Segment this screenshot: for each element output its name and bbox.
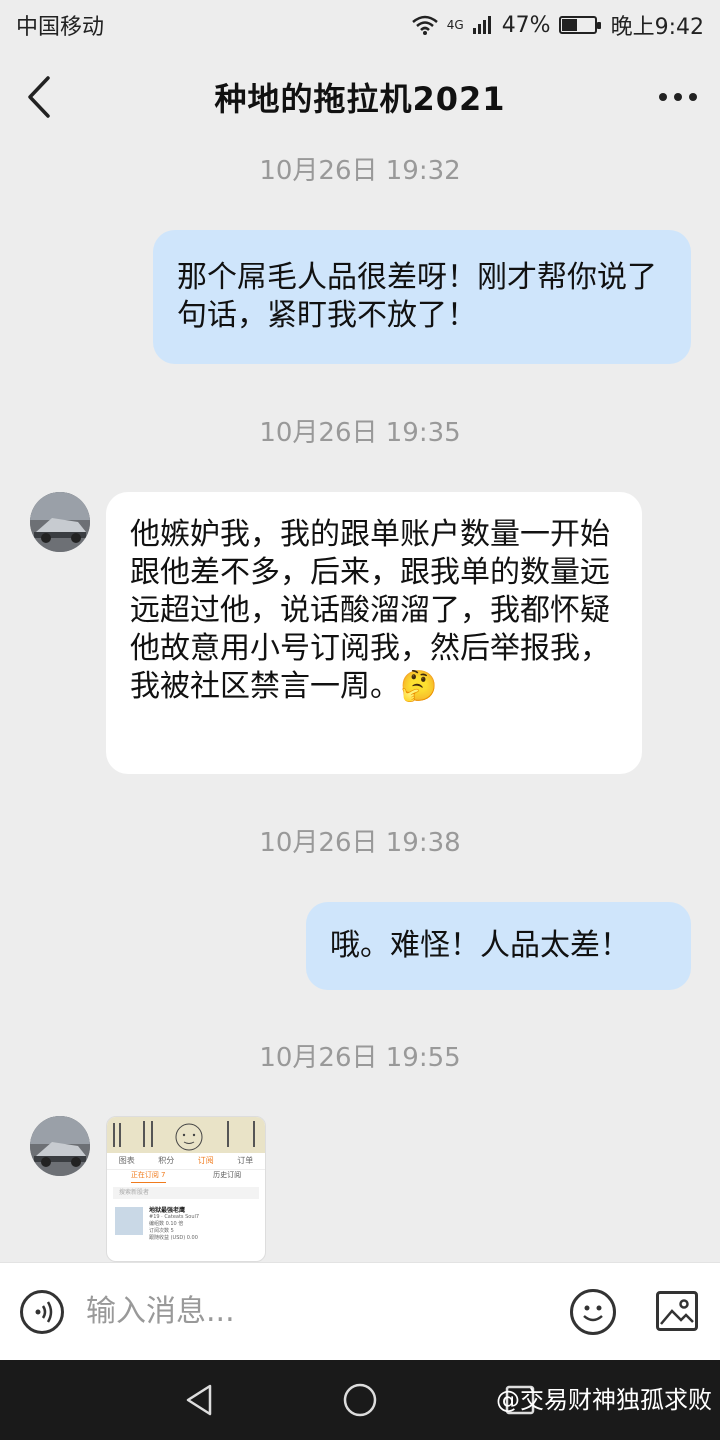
- voice-button[interactable]: [20, 1290, 64, 1334]
- battery-icon: [558, 16, 601, 34]
- battery-fill: [561, 19, 577, 31]
- image-message[interactable]: 图表 积分 订阅 订单 正在订阅 7 历史订阅 搜索新股者 地狱最强老鹰 #19…: [106, 1116, 266, 1262]
- image-subtabs: 正在订阅 7 历史订阅: [107, 1169, 265, 1183]
- triangle-back-icon: [186, 1384, 212, 1416]
- clock: 晚上9:42: [610, 15, 704, 40]
- image-search-field: 搜索新股者: [113, 1187, 259, 1199]
- message-text: 他嫉妒我，我的跟单账户数量一开始跟他差不多，后来，跟我单的数量远远超过他，说话酸…: [130, 517, 610, 704]
- watermark: @交易财神独孤求败: [496, 1386, 712, 1414]
- more-button[interactable]: [654, 82, 702, 112]
- message-timestamp: 10月26日 19:55: [259, 1043, 461, 1073]
- nav-home-button[interactable]: [342, 1382, 378, 1418]
- network-label: 4G: [446, 18, 464, 32]
- message-timestamp: 10月26日 19:32: [259, 156, 461, 186]
- battery-percent: 47%: [501, 12, 551, 38]
- message-timestamp: 10月26日 19:35: [259, 418, 461, 448]
- avatar[interactable]: [30, 492, 90, 552]
- received-message-bubble[interactable]: 他嫉妒我，我的跟单账户数量一开始跟他差不多，后来，跟我单的数量远远超过他，说话酸…: [106, 492, 642, 774]
- message-input[interactable]: 输入消息...: [86, 1287, 546, 1337]
- image-icon: [660, 1299, 694, 1325]
- avatar[interactable]: [30, 1116, 90, 1176]
- signal-icon: [472, 16, 491, 34]
- message-input-bar: 输入消息...: [0, 1262, 720, 1360]
- message-timestamp: 10月26日 19:38: [259, 828, 461, 858]
- carrier-label: 中国移动: [16, 15, 105, 40]
- car-avatar-image: [30, 1116, 90, 1176]
- page-title: 种地的拖拉机2021: [214, 80, 506, 118]
- image-list-item: 地狱最强老鹰 #19 · Cateats Soul7 编组数 0.10 倍 订阅…: [107, 1203, 265, 1246]
- message-text: 那个屌毛人品很差呀！刚才帮你说了句话，紧盯我不放了！: [177, 260, 657, 333]
- message-text: 哦。难怪！人品太差！: [330, 928, 630, 963]
- chevron-left-icon: [28, 76, 50, 118]
- smiley-icon: [583, 1305, 603, 1322]
- image-button[interactable]: [656, 1291, 698, 1331]
- image-item-thumb: [115, 1207, 143, 1235]
- status-bar: 中国移动 4G 47% 晚上9:42: [0, 0, 720, 50]
- more-icon: [659, 93, 667, 101]
- nav-back-button[interactable]: [182, 1382, 218, 1418]
- sent-message-bubble[interactable]: 那个屌毛人品很差呀！刚才帮你说了句话，紧盯我不放了！: [153, 230, 691, 364]
- wifi-icon: [411, 15, 438, 35]
- cartoon-face-image: [113, 1121, 255, 1151]
- system-nav-bar: @交易财神独孤求败: [0, 1360, 720, 1440]
- image-tabs: 图表 积分 订阅 订单: [118, 1156, 254, 1165]
- sent-message-bubble[interactable]: 哦。难怪！人品太差！: [306, 902, 691, 990]
- chat-header: 种地的拖拉机2021: [0, 50, 720, 144]
- voice-icon: [35, 1301, 53, 1323]
- car-avatar-image: [30, 492, 90, 552]
- back-button[interactable]: [22, 72, 66, 122]
- image-banner: [107, 1117, 265, 1153]
- emoji-button[interactable]: [570, 1289, 616, 1335]
- circle-home-icon: [343, 1383, 377, 1417]
